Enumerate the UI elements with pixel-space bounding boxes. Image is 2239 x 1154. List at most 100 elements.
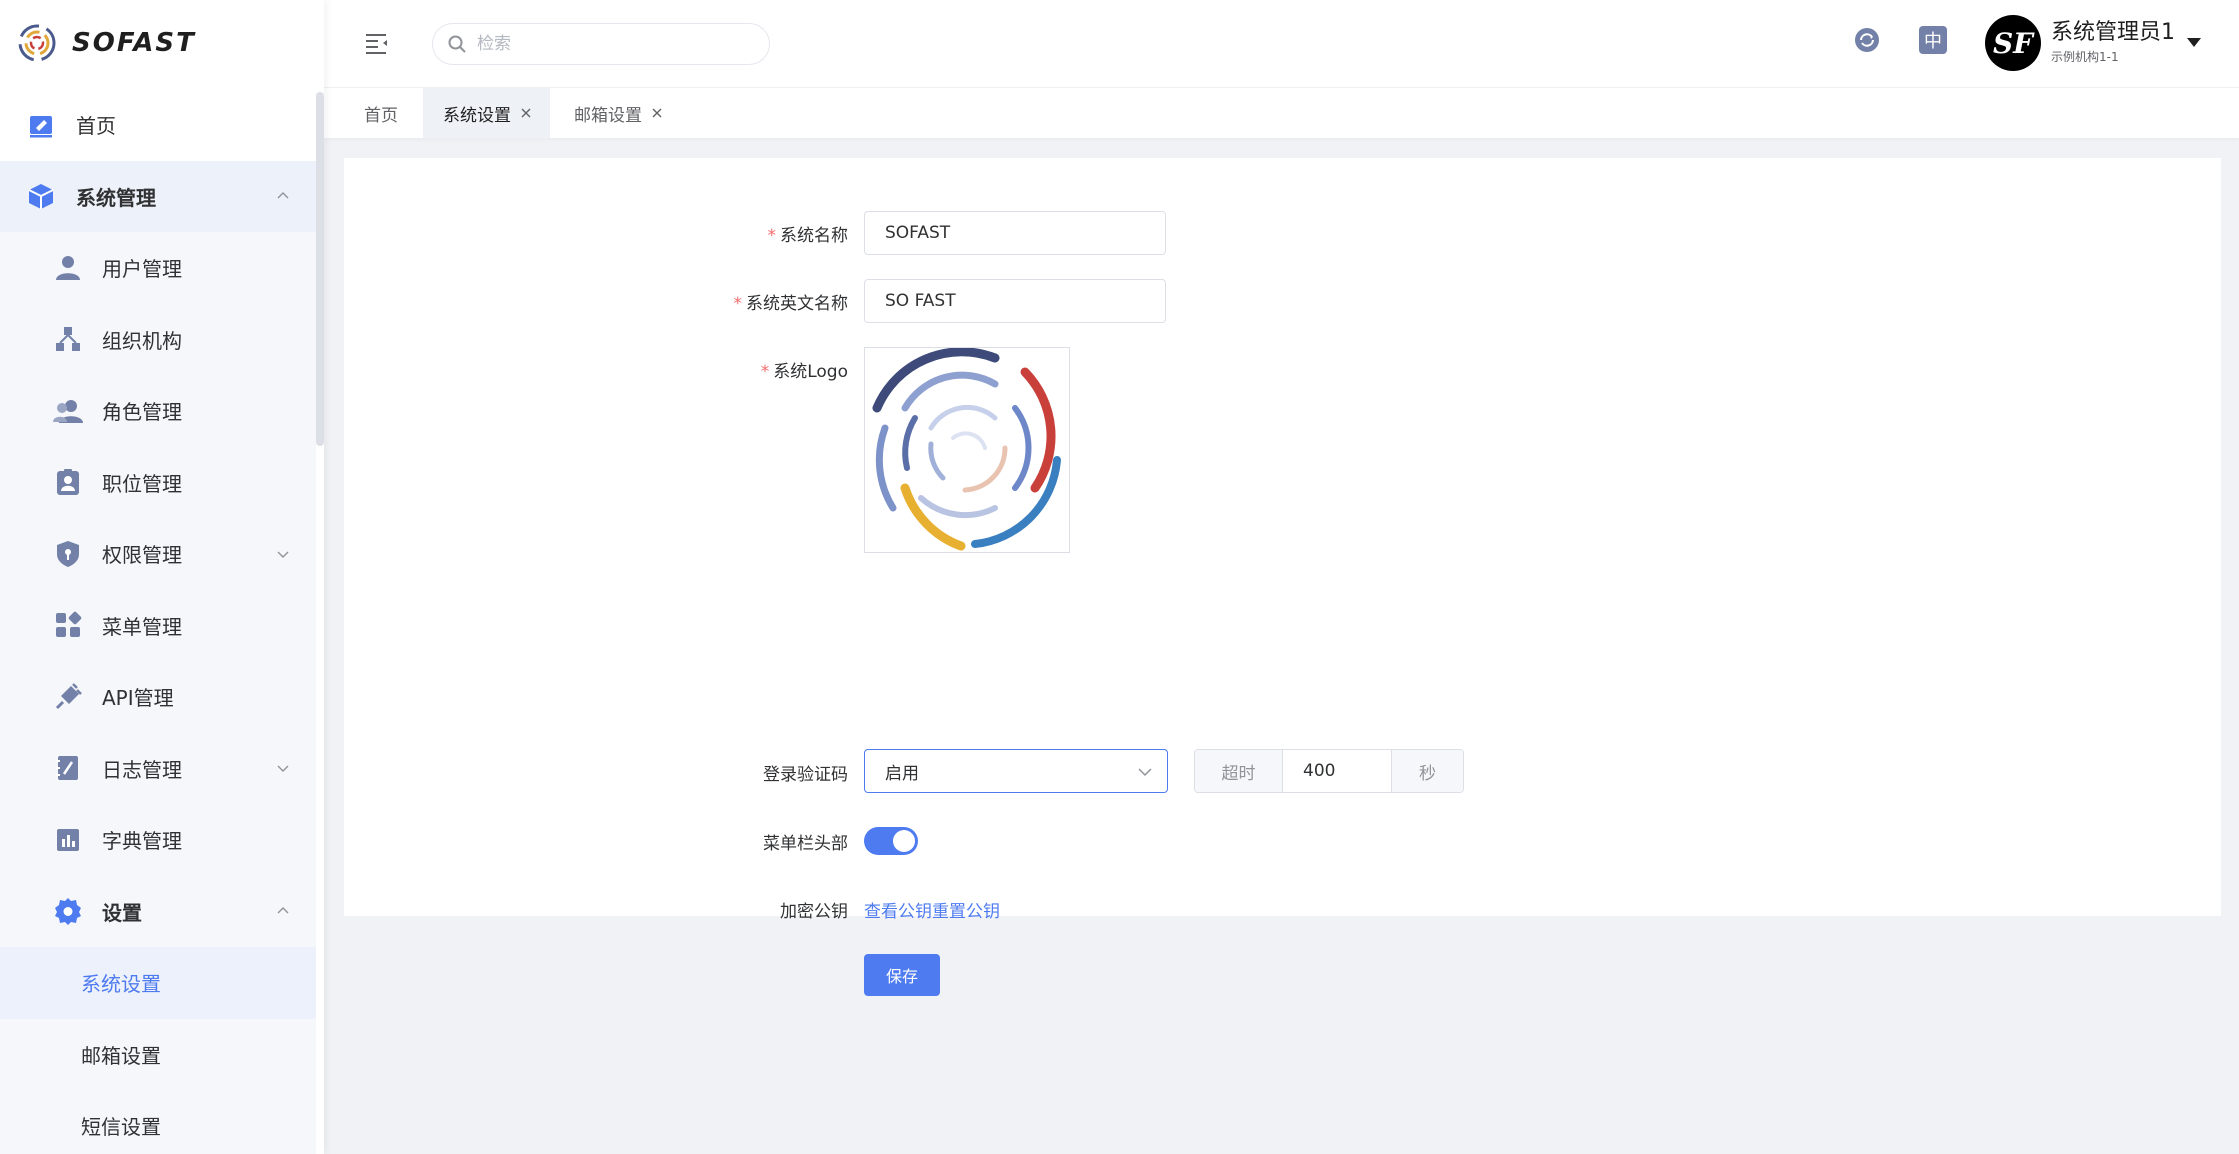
sidebar-item-log-management[interactable]: 日志管理 <box>0 733 316 805</box>
close-icon[interactable] <box>520 107 532 119</box>
search-box[interactable] <box>432 23 770 65</box>
timeout-input[interactable] <box>1283 750 1391 792</box>
switch-knob <box>893 830 915 852</box>
system-name-input[interactable] <box>864 211 1166 255</box>
sidebar-item-email-settings[interactable]: 邮箱设置 <box>0 1019 316 1091</box>
reset-public-key-link[interactable]: 重置公钥 <box>932 897 1000 922</box>
dict-icon <box>57 828 79 851</box>
timeout-prefix: 超时 <box>1195 750 1283 792</box>
view-public-key-link[interactable]: 查看公钥 <box>864 897 932 922</box>
menu-header-switch[interactable] <box>864 827 918 855</box>
menu-header-label: 菜单栏头部 <box>648 829 848 854</box>
captcha-label: 登录验证码 <box>648 760 848 785</box>
language-switch-button[interactable]: 中 <box>1919 26 1947 54</box>
cube-icon <box>28 184 54 210</box>
refresh-icon[interactable] <box>1853 26 1881 54</box>
sidebar-item-label: 用户管理 <box>102 257 182 282</box>
avatar[interactable]: SF <box>1985 15 2041 71</box>
sidebar-item-sms-settings[interactable]: 短信设置 <box>0 1090 316 1154</box>
public-key-label: 加密公钥 <box>648 897 848 922</box>
sidebar-item-home[interactable]: 首页 <box>0 89 316 161</box>
badge-icon <box>57 469 79 496</box>
search-input[interactable] <box>477 34 757 54</box>
chevron-down-icon <box>277 765 289 773</box>
sidebar-item-position-management[interactable]: 职位管理 <box>0 447 316 519</box>
sidebar-item-label: 系统设置 <box>81 972 161 997</box>
required-mark: * <box>767 226 777 246</box>
timeout-suffix: 秒 <box>1391 750 1463 792</box>
label-text: 系统名称 <box>780 226 848 246</box>
sidebar-item-label: 组织机构 <box>102 328 182 353</box>
sidebar-item-label: 角色管理 <box>102 400 182 425</box>
sidebar: SOFAST 首页 系统管理 用户管理 组织机构 角色管理 职位管理 权限管理 … <box>0 0 324 1154</box>
shield-icon <box>57 540 79 567</box>
system-en-name-label: * 系统英文名称 <box>648 289 849 314</box>
captcha-select-value: 启用 <box>885 763 919 784</box>
sidebar-item-label: 邮箱设置 <box>81 1043 161 1068</box>
close-icon[interactable] <box>651 107 663 119</box>
chevron-down-icon <box>1138 768 1152 777</box>
label-text: 系统Logo <box>773 362 848 382</box>
sidebar-item-label: 字典管理 <box>102 829 182 854</box>
sidebar-item-system-management[interactable]: 系统管理 <box>0 160 316 232</box>
sidebar-item-settings[interactable]: 设置 <box>0 876 316 948</box>
sidebar-item-role-management[interactable]: 角色管理 <box>0 375 316 447</box>
label-text: 系统英文名称 <box>746 294 848 314</box>
sidebar-item-label: 菜单管理 <box>102 614 182 639</box>
plug-icon <box>55 682 82 709</box>
required-mark: * <box>733 294 743 314</box>
system-management-submenu: 用户管理 组织机构 角色管理 职位管理 权限管理 菜单管理 API管理 日志管理… <box>0 232 316 1154</box>
sidebar-item-dictionary-management[interactable]: 字典管理 <box>0 804 316 876</box>
grid-icon <box>56 612 82 638</box>
tab-home[interactable]: 首页 <box>324 88 423 138</box>
save-button[interactable]: 保存 <box>864 954 940 996</box>
sofast-logo-icon <box>18 24 56 62</box>
page-tabs: 首页 系统设置 邮箱设置 <box>324 88 2239 138</box>
system-logo-image <box>872 347 1061 551</box>
sidebar-item-organization[interactable]: 组织机构 <box>0 304 316 376</box>
chevron-up-icon <box>277 907 289 914</box>
label-text: 菜单栏头部 <box>763 834 848 854</box>
sidebar-item-permission-management[interactable]: 权限管理 <box>0 518 316 590</box>
logo-text: SOFAST <box>72 28 196 58</box>
tab-label: 邮箱设置 <box>574 105 642 126</box>
users-icon <box>53 399 83 423</box>
menu-fold-icon[interactable] <box>366 32 390 54</box>
captcha-select[interactable]: 启用 <box>864 749 1168 793</box>
sidebar-item-api-management[interactable]: API管理 <box>0 661 316 733</box>
system-en-name-input[interactable] <box>864 279 1166 323</box>
tab-email-settings[interactable]: 邮箱设置 <box>550 88 681 138</box>
user-icon <box>56 255 80 280</box>
sidebar-item-system-settings[interactable]: 系统设置 <box>0 947 316 1019</box>
org-icon <box>56 327 80 352</box>
log-icon <box>56 756 78 781</box>
label-text: 登录验证码 <box>763 765 848 785</box>
gear-icon <box>55 898 81 926</box>
sidebar-item-label: 首页 <box>76 114 116 139</box>
sidebar-item-menu-management[interactable]: 菜单管理 <box>0 590 316 662</box>
search-icon <box>448 35 466 53</box>
sidebar-item-label: 设置 <box>102 900 142 925</box>
app-logo[interactable]: SOFAST <box>0 0 324 86</box>
user-organization: 示例机构1-1 <box>2051 50 2119 64</box>
user-name[interactable]: 系统管理员1 <box>2051 14 2175 46</box>
sidebar-menu: 首页 系统管理 用户管理 组织机构 角色管理 职位管理 权限管理 菜单管理 AP… <box>0 89 316 1154</box>
sidebar-item-label: 权限管理 <box>102 543 182 568</box>
sidebar-scrollbar[interactable] <box>316 92 324 446</box>
sidebar-item-label: API管理 <box>102 686 174 711</box>
caret-down-icon[interactable] <box>2186 36 2202 48</box>
logo-upload[interactable] <box>864 347 1070 553</box>
sidebar-item-user-management[interactable]: 用户管理 <box>0 232 316 304</box>
tab-label: 系统设置 <box>443 105 511 126</box>
edit-icon <box>30 115 52 138</box>
tab-system-settings[interactable]: 系统设置 <box>423 88 550 138</box>
chevron-up-icon <box>277 192 289 199</box>
system-name-label: * 系统名称 <box>648 221 849 246</box>
system-settings-form: *系统名称 *系统英文名称 *系统Logo <box>344 158 2221 996</box>
top-header: 中 SF 系统管理员1 示例机构1-1 <box>324 0 2239 88</box>
system-logo-label: * 系统Logo <box>648 357 848 382</box>
tab-label: 首页 <box>364 105 398 126</box>
label-text: 加密公钥 <box>780 902 848 922</box>
sidebar-item-label: 职位管理 <box>102 471 182 496</box>
sidebar-item-label: 系统管理 <box>76 185 156 210</box>
